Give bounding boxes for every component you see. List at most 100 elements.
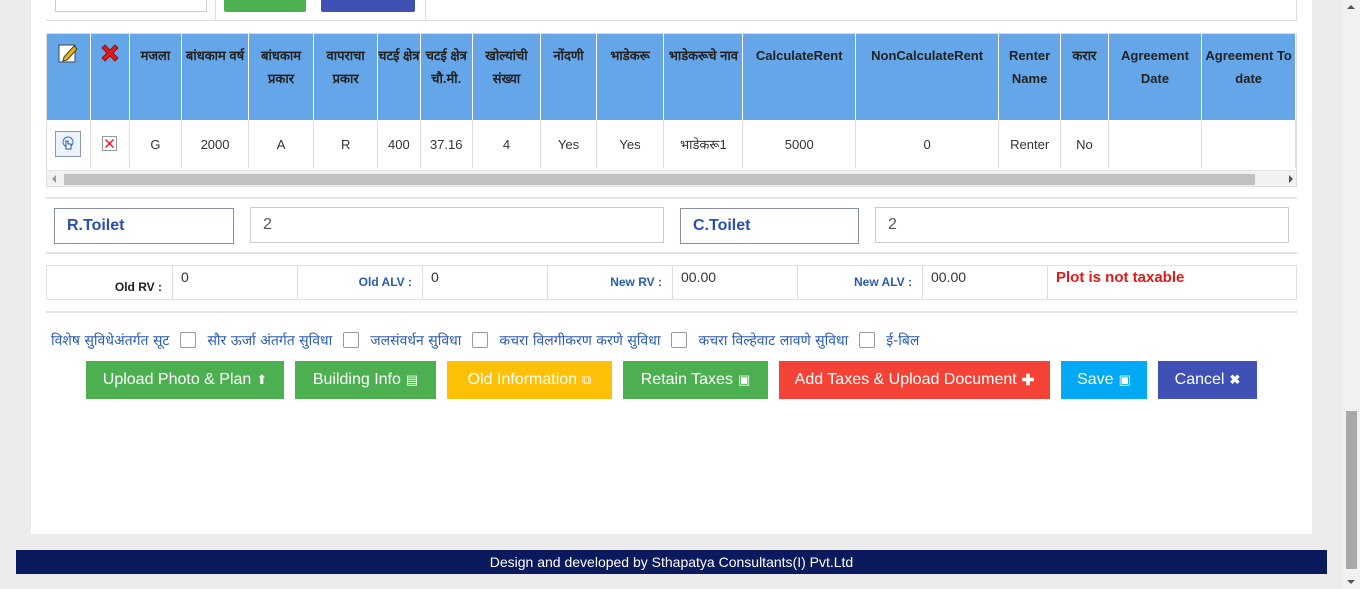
checkbox-solar[interactable]: [343, 332, 360, 348]
divider: [1296, 0, 1297, 20]
header-cell: Renter Name: [998, 34, 1062, 120]
divider: [46, 197, 1297, 199]
delete-x-icon: [100, 44, 119, 62]
header-delete: [90, 34, 130, 120]
vertical-scrollbar[interactable]: [1343, 0, 1360, 589]
cell-usage-type: R: [313, 120, 378, 168]
save-button[interactable]: Save ▣: [1061, 361, 1147, 399]
cell-tenant-name: भाडेकरू1: [663, 120, 744, 168]
top-apply-button[interactable]: [321, 0, 415, 12]
button-label: Cancel: [1174, 371, 1225, 388]
upload-photo-plan-button[interactable]: Upload Photo & Plan ⬆: [86, 361, 284, 399]
new-alv-value: 00.00: [922, 266, 1047, 299]
old-rv-value: 0: [172, 266, 297, 299]
facility-checkboxes: विशेष सुविधेअंतर्गत सूट सौर ऊर्जा अंतर्ग…: [51, 330, 919, 350]
header-cell: चटई क्षेत्र चौ.मी.: [420, 34, 473, 120]
old-alv-label: Old ALV :: [297, 266, 412, 299]
money-icon: ▣: [737, 372, 751, 387]
scroll-left-arrow-icon[interactable]: [52, 175, 56, 183]
divider: [46, 311, 1297, 313]
horizontal-scrollbar[interactable]: [47, 170, 1296, 186]
c-toilet-input[interactable]: 2: [875, 207, 1289, 243]
cancel-button[interactable]: Cancel ✖: [1158, 361, 1257, 399]
checkbox-special-facility[interactable]: [180, 332, 197, 348]
cell-renter-name: Renter: [998, 120, 1062, 168]
top-green-button[interactable]: [224, 0, 306, 12]
checkbox-water-conservation[interactable]: [472, 332, 489, 348]
cell-carpet-area: 400: [377, 120, 421, 168]
header-cell: चटई क्षेत्र: [377, 34, 421, 120]
header-cell: भाडेकरू: [596, 34, 665, 120]
add-taxes-upload-document-button[interactable]: Add Taxes & Upload Document ✚: [779, 361, 1050, 399]
divider: [46, 20, 1297, 21]
r-toilet-label: R.Toilet: [54, 208, 234, 244]
button-label: Retain Taxes: [640, 371, 733, 388]
scroll-up-arrow-icon[interactable]: [1347, 5, 1355, 9]
header-cell: बांधकाम प्रकार: [248, 34, 315, 120]
r-toilet-input[interactable]: 2: [250, 207, 664, 243]
scroll-down-arrow-icon[interactable]: [1347, 580, 1355, 584]
header-cell: Agreement To date: [1201, 34, 1296, 120]
new-rv-label: New RV :: [547, 266, 662, 299]
new-alv-label: New ALV :: [797, 266, 912, 299]
upload-icon: ⬆: [256, 372, 268, 387]
cell-registration: Yes: [540, 120, 597, 168]
scroll-thumb[interactable]: [64, 174, 1255, 185]
checkbox-label: जलसंवर्धन सुविधा: [370, 332, 462, 349]
checkbox-label: कचरा विल्हेवाट लावणे सुविधा: [698, 332, 849, 349]
hand-pointer-icon: [62, 136, 74, 150]
header-cell: CalculateRent: [742, 34, 856, 120]
button-label: Upload Photo & Plan: [102, 371, 252, 388]
cell-agreement-date: [1108, 120, 1203, 168]
cell-tenant: Yes: [596, 120, 665, 168]
scroll-right-arrow-icon[interactable]: [1289, 175, 1293, 183]
floppy-disk-icon: ▣: [1118, 372, 1131, 387]
header-cell: NonCalculateRent: [855, 34, 1000, 120]
divider: [215, 0, 216, 20]
c-toilet-label: C.Toilet: [680, 208, 859, 244]
scroll-thumb[interactable]: [1346, 411, 1357, 569]
header-cell: मजला: [129, 34, 183, 120]
table-header-row: मजला बांधकाम वर्ष बांधकाम प्रकार वापराचा…: [47, 34, 1296, 120]
delete-x-icon: [105, 138, 115, 148]
checkbox-waste-disposal[interactable]: [859, 332, 876, 348]
cell-calculate-rent: 5000: [742, 120, 856, 168]
footer-credit: Design and developed by Sthapatya Consul…: [16, 550, 1327, 574]
header-cell: Agreement Date: [1108, 34, 1203, 120]
header-cell: भाडेकरूचे नाव: [663, 34, 744, 120]
row-delete-button[interactable]: [102, 135, 118, 151]
floor-details-table: मजला बांधकाम वर्ष बांधकाम प्रकार वापराचा…: [46, 33, 1297, 187]
table-row: G 2000 A R 400 37.16 4 Yes Yes भाडेकरू1 …: [47, 120, 1296, 168]
retain-taxes-button[interactable]: Retain Taxes ▣: [623, 361, 768, 399]
plus-icon: ✚: [1021, 372, 1035, 389]
checkbox-waste-segregation[interactable]: [671, 332, 688, 348]
row-delete-cell: [90, 120, 130, 168]
checkbox-label: कचरा विलगीकरण करणे सुविधा: [499, 332, 661, 349]
header-cell: करार: [1060, 34, 1109, 120]
cell-agreement: No: [1060, 120, 1109, 168]
row-edit-button[interactable]: [55, 131, 82, 157]
building-icon: ▤: [405, 372, 419, 387]
header-edit: [47, 34, 91, 120]
button-label: Add Taxes & Upload Document: [794, 371, 1017, 388]
copy-icon: ⧉: [582, 372, 592, 387]
top-input-field[interactable]: [55, 0, 207, 12]
cell-construction-type: A: [248, 120, 315, 168]
button-label: Save: [1077, 371, 1114, 388]
header-cell: बांधकाम वर्ष: [181, 34, 249, 120]
checkbox-label: ई-बिल: [886, 332, 920, 349]
building-info-button[interactable]: Building Info ▤: [295, 361, 436, 399]
header-cell: वापराचा प्रकार: [313, 34, 378, 120]
button-label: Old Information: [467, 371, 578, 388]
button-label: Building Info: [312, 371, 401, 388]
cell-floor: G: [129, 120, 183, 168]
old-alv-value: 0: [422, 266, 547, 299]
old-information-button[interactable]: Old Information ⧉: [447, 361, 612, 399]
plot-status-text: Plot is not taxable: [1047, 266, 1296, 299]
divider: [425, 0, 426, 20]
cell-rooms: 4: [472, 120, 542, 168]
checkbox-label: विशेष सुविधेअंतर्गत सूट: [51, 332, 170, 349]
cell-agreement-to-date: [1201, 120, 1296, 168]
cell-construction-year: 2000: [181, 120, 249, 168]
header-cell: नोंदणी: [540, 34, 597, 120]
